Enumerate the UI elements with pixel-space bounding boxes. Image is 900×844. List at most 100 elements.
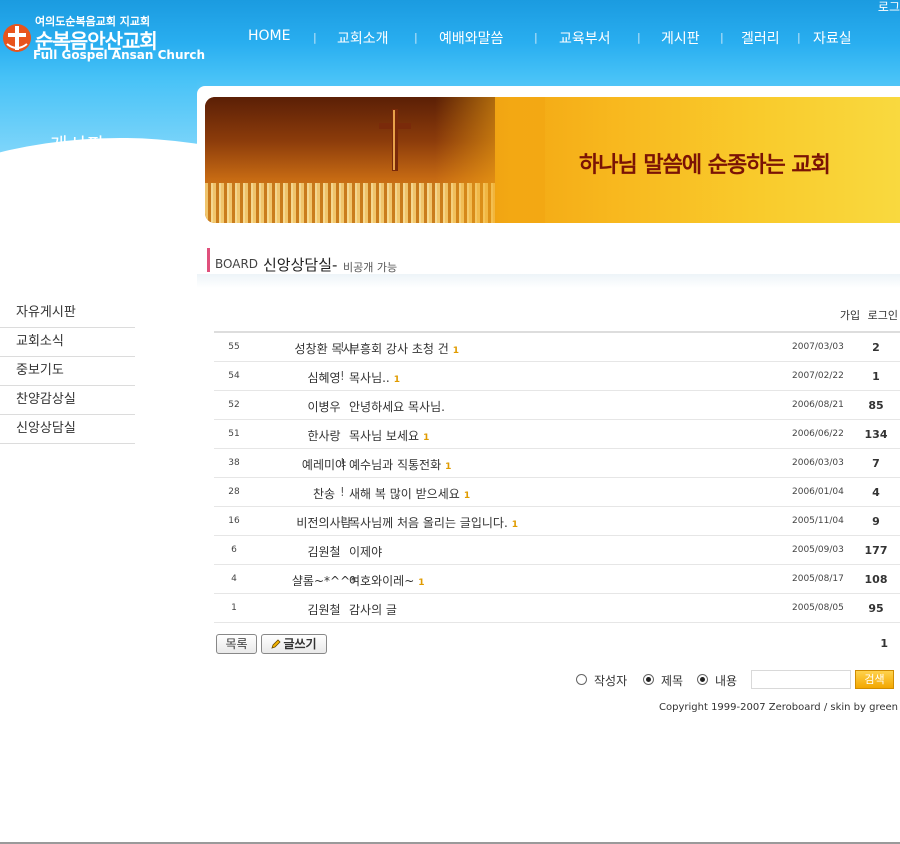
table-row[interactable]: 16 비전의사람! 목사님께 처음 올리는 글입니다. 1 2005/11/04 9 xyxy=(214,507,900,536)
post-date: 2007/02/22 xyxy=(792,371,844,381)
search-content-radio[interactable] xyxy=(697,674,708,685)
side-menu: 자유게시판 교회소식 중보기도 찬양감상실 신앙상담실 xyxy=(0,299,135,444)
church-emblem-icon xyxy=(3,24,31,52)
nav-gallery[interactable]: 겔러리 xyxy=(741,28,780,48)
post-title-text: 부흥회 강사 초청 건 xyxy=(349,342,449,356)
comment-count: 1 xyxy=(463,491,471,501)
table-row[interactable]: 6 김원철 이제야 2005/09/03 177 xyxy=(214,536,900,565)
side-item-church-news[interactable]: 교회소식 xyxy=(0,328,135,357)
table-row[interactable]: 52 이병우 안녕하세요 목사님. 2006/08/21 85 xyxy=(214,391,900,420)
post-date: 2006/06/22 xyxy=(792,429,844,439)
comment-count: 1 xyxy=(445,462,452,472)
post-hits: 177 xyxy=(864,544,888,557)
nav-separator: | xyxy=(313,31,317,44)
nav-education[interactable]: 교육부서 xyxy=(559,28,611,48)
side-item-prayer[interactable]: 중보기도 xyxy=(0,357,135,386)
search-author-label: 작성자 xyxy=(594,674,628,688)
member-links: 가입 로그인 xyxy=(836,307,898,323)
post-title[interactable]: 목사님께 처음 올리는 글입니다. 1 xyxy=(349,514,518,531)
post-title[interactable]: 목사님.. 1 xyxy=(349,369,400,386)
section-title: 게시판 xyxy=(50,134,106,156)
comment-count: 1 xyxy=(423,433,430,443)
comment-count: 1 xyxy=(452,346,460,356)
nav-separator: | xyxy=(797,31,801,44)
post-title-text: 여호와이레~ xyxy=(349,574,415,588)
church-logo[interactable]: 여의도순복음교회 지교회 순복음안산교회 Full Gospel Ansan C… xyxy=(2,12,205,64)
post-title[interactable]: 안녕하세요 목사님. xyxy=(349,398,445,415)
post-title[interactable]: 이제야 xyxy=(349,543,382,560)
cross-icon xyxy=(379,109,411,171)
nav-worship[interactable]: 예배와말씀 xyxy=(439,28,503,48)
section-banner: 게시판 BOARD xyxy=(0,78,197,288)
login-link[interactable]: 로그인 xyxy=(868,309,898,322)
table-row[interactable]: 55 성창환 목사! 부흥회 강사 초청 건 1 2007/03/03 2 xyxy=(214,333,900,362)
comment-count: 1 xyxy=(511,520,519,530)
board-title: 신앙상담실- xyxy=(263,256,338,274)
post-hits: 95 xyxy=(868,602,884,615)
search-author-radio[interactable] xyxy=(576,674,587,685)
table-row[interactable]: 1 김원철 감사의 글 2005/08/05 95 xyxy=(214,594,900,623)
nav-home[interactable]: HOME xyxy=(248,28,290,44)
login-link[interactable]: 로그 xyxy=(878,0,900,15)
search-input[interactable] xyxy=(751,670,851,689)
board-heading: BOARD 신앙상담실- 비공개 가능 xyxy=(207,248,887,274)
table-row[interactable]: 54 심혜영! 목사님.. 1 2007/02/22 1 xyxy=(214,362,900,391)
search-bar: 작성자 제목 내용 검색 xyxy=(576,670,896,690)
post-title-text: 목사님.. xyxy=(349,371,390,385)
post-title-text: 새해 복 많이 받으세요 xyxy=(349,487,460,501)
post-hits: 85 xyxy=(868,399,884,412)
pencil-icon xyxy=(271,639,282,649)
secret-mark: ! xyxy=(340,340,345,354)
nav-church-intro[interactable]: 교회소개 xyxy=(337,28,389,48)
list-button[interactable]: 목록 xyxy=(216,634,257,654)
table-row[interactable]: 4 샬롬~*^^* 여호와이레~ 1 2005/08/17 108 xyxy=(214,565,900,594)
side-item-free-board[interactable]: 자유게시판 xyxy=(0,299,135,328)
board-subtitle: 비공개 가능 xyxy=(343,261,398,274)
post-number: 16 xyxy=(228,516,240,526)
post-hits: 108 xyxy=(864,573,888,586)
secret-mark: ! xyxy=(340,485,345,499)
comment-count: 1 xyxy=(418,578,425,588)
side-item-praise[interactable]: 찬양감상실 xyxy=(0,386,135,415)
post-number: 28 xyxy=(228,487,240,497)
search-button[interactable]: 검색 xyxy=(855,670,894,689)
post-date: 2005/08/05 xyxy=(792,603,844,613)
post-title[interactable]: 새해 복 많이 받으세요 1 xyxy=(349,485,470,502)
post-number: 6 xyxy=(231,545,237,555)
post-title-text: 감사의 글 xyxy=(349,603,397,617)
post-hits: 2 xyxy=(872,341,880,354)
write-button[interactable]: 글쓰기 xyxy=(261,634,327,654)
nav-separator: | xyxy=(637,31,641,44)
secret-mark: ! xyxy=(340,514,345,528)
post-number: 55 xyxy=(228,342,240,352)
post-title[interactable]: 여호와이레~ 1 xyxy=(349,572,425,589)
table-row[interactable]: 28 찬송! 새해 복 많이 받으세요 1 2006/01/04 4 xyxy=(214,478,900,507)
post-title[interactable]: 감사의 글 xyxy=(349,601,397,618)
search-title-radio[interactable] xyxy=(643,674,654,685)
nav-resources[interactable]: 자료실 xyxy=(813,28,852,48)
side-item-counseling[interactable]: 신앙상담실 xyxy=(0,415,135,444)
post-hits: 9 xyxy=(872,515,880,528)
heading-prefix: BOARD xyxy=(215,257,259,271)
nav-board[interactable]: 게시판 xyxy=(661,28,700,48)
secret-mark: ! xyxy=(340,456,345,470)
post-title[interactable]: 예수님과 직통전화 1 xyxy=(349,456,451,473)
table-row[interactable]: 38 예레미야! 예수님과 직통전화 1 2006/03/03 7 xyxy=(214,449,900,478)
join-link[interactable]: 가입 xyxy=(840,309,860,322)
post-number: 54 xyxy=(228,371,240,381)
post-date: 2007/03/03 xyxy=(792,342,844,352)
post-title[interactable]: 목사님 보세요 1 xyxy=(349,427,429,444)
church-banner: 하나님 말씀에 순종하는 교회 xyxy=(205,97,900,223)
post-title[interactable]: 부흥회 강사 초청 건1 xyxy=(349,340,459,357)
heading-accent-bar xyxy=(207,248,210,272)
post-number: 1 xyxy=(231,603,237,613)
post-date: 2005/11/04 xyxy=(792,516,844,526)
top-navigation: HOME | 교회소개 | 예배와말씀 | 교육부서 | 게시판 | 겔러리 |… xyxy=(232,28,872,48)
post-title-text: 목사님께 처음 올리는 글입니다. xyxy=(349,516,508,530)
post-title-text: 안녕하세요 목사님. xyxy=(349,400,445,414)
post-number: 51 xyxy=(228,429,240,439)
logo-english: Full Gospel Ansan Church xyxy=(33,48,206,62)
page-number[interactable]: 1 xyxy=(880,637,888,650)
table-row[interactable]: 51 한사랑 목사님 보세요 1 2006/06/22 134 xyxy=(214,420,900,449)
nav-separator: | xyxy=(720,31,724,44)
